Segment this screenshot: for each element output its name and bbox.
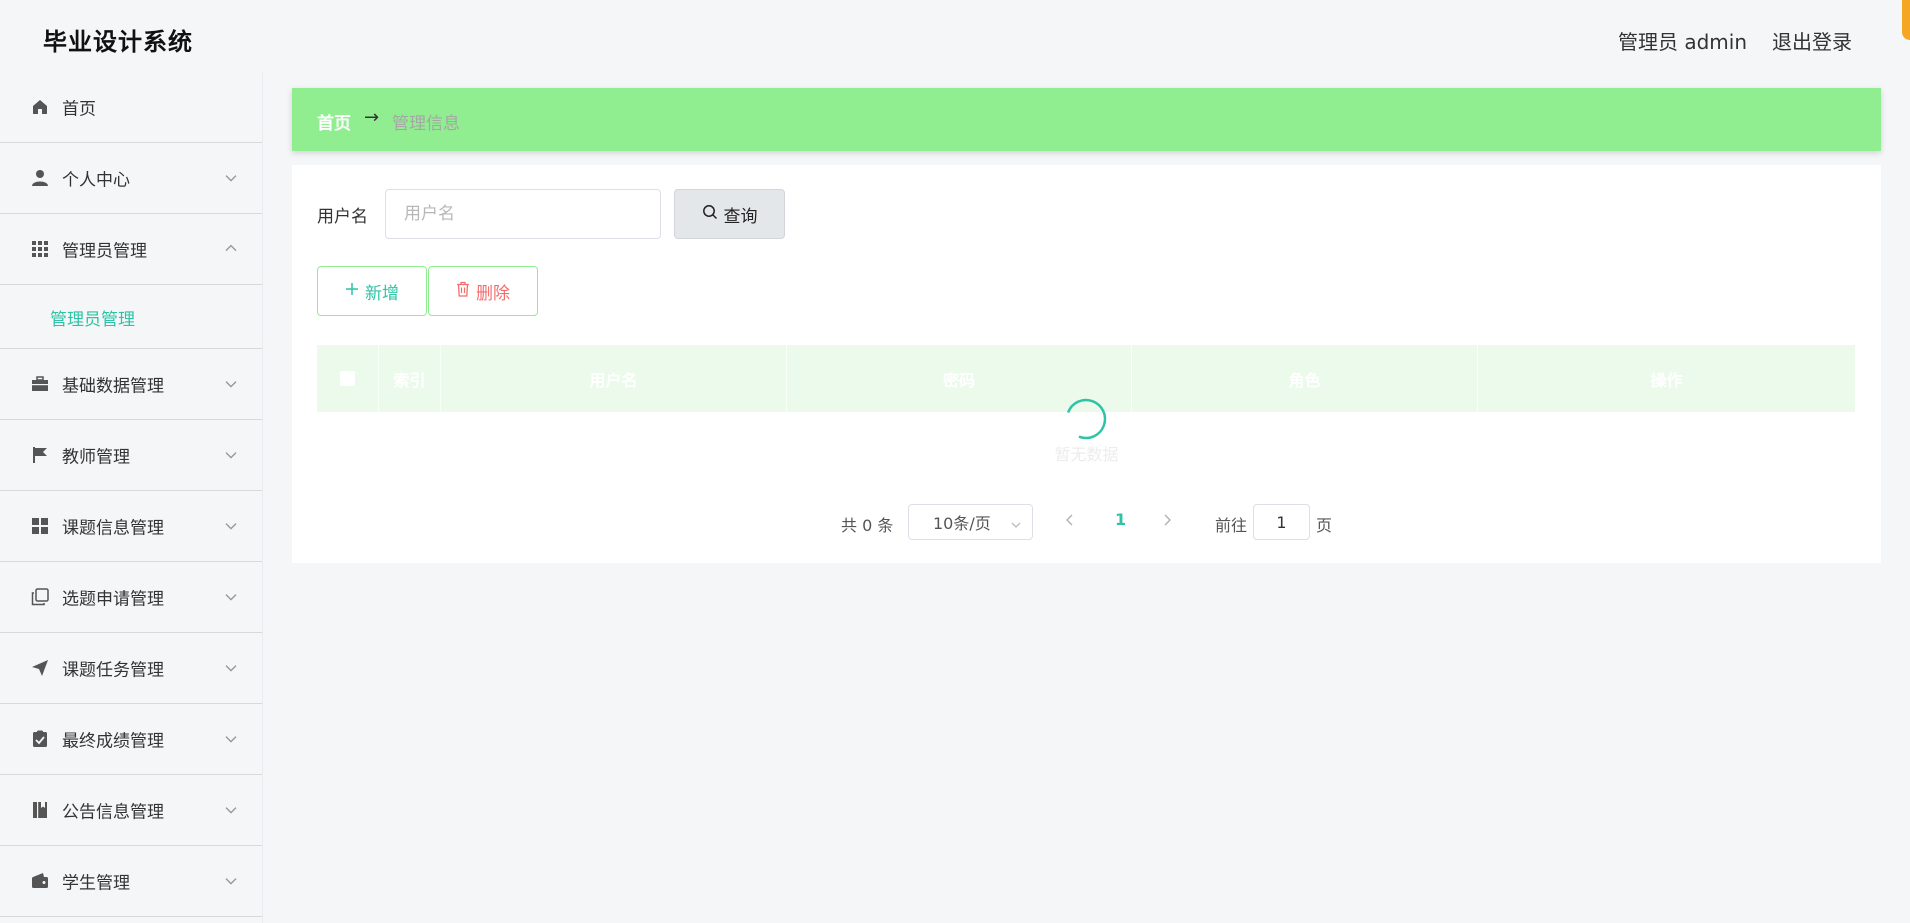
sidebar-item-label: 选题申请管理: [62, 589, 164, 610]
sidebar-item-announcement[interactable]: 公告信息管理: [0, 775, 262, 846]
delete-button[interactable]: 删除: [428, 266, 538, 316]
user-icon: [30, 168, 50, 188]
logout-button[interactable]: 退出登录: [1772, 26, 1852, 55]
table-header-cell[interactable]: 用户名: [441, 345, 787, 412]
sidebar-item-label: 教师管理: [62, 447, 130, 468]
table-header-cell[interactable]: 角色: [1132, 345, 1478, 412]
add-button[interactable]: 新增: [317, 266, 427, 316]
select-all-checkbox[interactable]: [340, 371, 355, 386]
pagination-total: 共 0 条: [841, 516, 894, 535]
chevron-right-icon: [1164, 514, 1171, 526]
page-suffix-label: 页: [1316, 516, 1333, 535]
breadcrumb: 首页 → 管理信息: [292, 88, 1881, 151]
chevron-down-icon: [224, 660, 238, 674]
clipboard-check-icon: [30, 729, 50, 749]
prev-page-button[interactable]: [1063, 512, 1077, 528]
empty-state-text: 暂无数据: [1054, 445, 1119, 464]
wallet-icon: [30, 871, 50, 891]
table-header-cell: 索引: [379, 345, 441, 412]
search-label: 用户名: [317, 207, 368, 227]
flag-icon: [30, 445, 50, 465]
send-icon: [30, 658, 50, 678]
goto-page-input[interactable]: [1253, 504, 1310, 540]
chevron-down-icon: [224, 447, 238, 461]
chevron-down-icon: [1010, 516, 1022, 528]
sidebar-item-label: 管理员管理: [62, 241, 147, 262]
table-header-select-all: [317, 345, 379, 412]
chevron-down-icon: [224, 589, 238, 603]
chevron-down-icon: [224, 170, 238, 184]
home-icon: [30, 97, 50, 117]
query-button-label: 查询: [723, 206, 758, 227]
sidebar-item-home[interactable]: 首页: [0, 72, 262, 143]
grid-icon: [30, 239, 50, 259]
sidebar-item-admin-management[interactable]: 管理员管理: [0, 214, 262, 285]
sidebar: 首页 个人中心 管理员管理 管理员管理 基础数据管理 教师管理 课题信息管理 选…: [0, 72, 263, 923]
sidebar-item-label: 基础数据管理: [62, 376, 164, 397]
goto-label: 前往: [1215, 516, 1248, 535]
sidebar-item-label: 最终成绩管理: [62, 731, 164, 752]
query-button[interactable]: 查询: [674, 189, 785, 239]
app-title: 毕业设计系统: [43, 28, 193, 56]
sidebar-item-label: 学生管理: [62, 873, 130, 894]
chevron-down-icon: [224, 802, 238, 816]
plus-icon: [345, 281, 359, 301]
submenu-admin-management: 管理员管理: [0, 285, 262, 349]
search-icon: [702, 204, 718, 225]
sidebar-item-label: 个人中心: [62, 170, 130, 191]
submenu-item-admin-management[interactable]: 管理员管理: [50, 305, 135, 330]
sidebar-item-topic-task[interactable]: 课题任务管理: [0, 633, 262, 704]
current-user-label: 管理员 admin: [1618, 30, 1748, 54]
main-panel: 用户名 查询 新增 删除 索引 用户名 密码 角色 操作 暂无数据 共 0 条 …: [292, 165, 1881, 563]
sidebar-item-label: 首页: [62, 99, 96, 120]
chevron-down-icon: [224, 376, 238, 390]
apps-icon: [30, 516, 50, 536]
loading-spinner-icon: [1065, 398, 1107, 440]
breadcrumb-home-link[interactable]: 首页: [317, 109, 351, 134]
chevron-up-icon: [224, 241, 238, 255]
next-page-button[interactable]: [1160, 512, 1174, 528]
sidebar-item-basic-data[interactable]: 基础数据管理: [0, 349, 262, 420]
add-button-label: 新增: [365, 283, 399, 304]
copy-icon: [30, 587, 50, 607]
sidebar-item-teacher[interactable]: 教师管理: [0, 420, 262, 491]
chevron-left-icon: [1066, 514, 1073, 526]
sidebar-item-topic-info[interactable]: 课题信息管理: [0, 491, 262, 562]
sidebar-item-final-grade[interactable]: 最终成绩管理: [0, 704, 262, 775]
delete-button-label: 删除: [476, 283, 510, 304]
arrow-right-icon: →: [364, 107, 380, 128]
top-header: 毕业设计系统 管理员 admin 退出登录: [0, 0, 1910, 72]
sidebar-item-label: 课题信息管理: [62, 518, 164, 539]
chevron-down-icon: [224, 518, 238, 532]
sidebar-item-label: 公告信息管理: [62, 802, 164, 823]
scroll-accent: [1902, 0, 1910, 40]
sidebar-item-student[interactable]: 学生管理: [0, 846, 262, 917]
search-input[interactable]: [385, 189, 661, 239]
page-size-value: 10条/页: [933, 514, 991, 533]
table-header-cell: 操作: [1650, 370, 1683, 390]
chevron-down-icon: [224, 873, 238, 887]
briefcase-icon: [30, 374, 50, 394]
sidebar-item-profile[interactable]: 个人中心: [0, 143, 262, 214]
breadcrumb-current: 管理信息: [392, 114, 460, 134]
trash-icon: [456, 281, 470, 302]
page-number-current[interactable]: 1: [1115, 510, 1126, 529]
page-size-select[interactable]: 10条/页: [908, 504, 1033, 540]
sidebar-item-topic-application[interactable]: 选题申请管理: [0, 562, 262, 633]
sidebar-item-label: 课题任务管理: [62, 660, 164, 681]
book-icon: [30, 800, 50, 820]
chevron-down-icon: [224, 731, 238, 745]
